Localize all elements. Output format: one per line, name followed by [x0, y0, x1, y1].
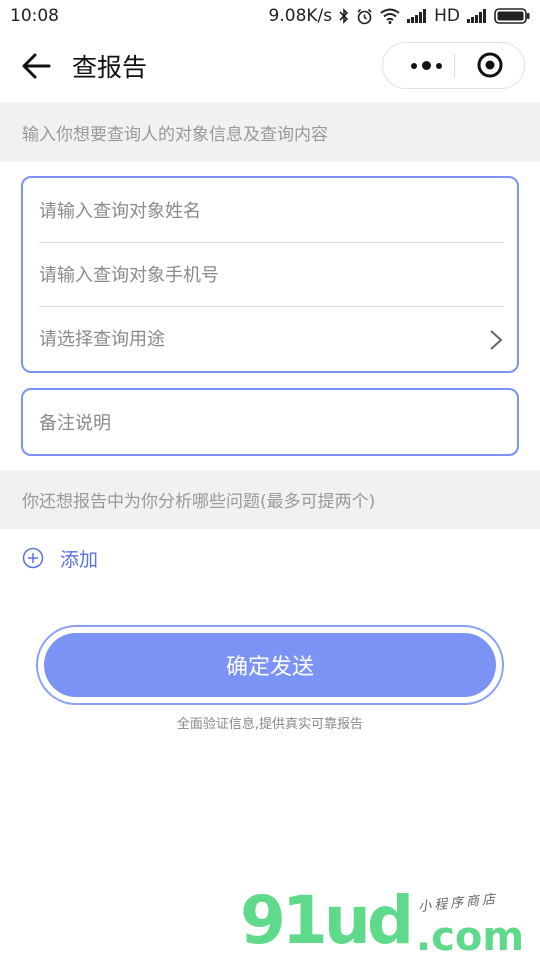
battery-icon: [494, 8, 530, 24]
add-question-button[interactable]: 添加: [22, 543, 98, 573]
nav-bar: 查报告: [0, 32, 540, 102]
name-placeholder: 请输入查询对象姓名: [39, 201, 201, 222]
plus-circle-icon: [22, 547, 44, 569]
back-arrow-icon[interactable]: [20, 50, 52, 82]
status-bar: 10:08 9.08K/s HD: [0, 0, 540, 32]
miniprogram-capsule: [382, 42, 525, 89]
status-time: 10:08: [10, 6, 59, 26]
watermark-com: .com: [416, 914, 525, 960]
remark-input[interactable]: 备注说明: [21, 388, 519, 456]
purpose-placeholder: 请选择查询用途: [39, 329, 165, 350]
watermark-main: 91ud: [240, 882, 414, 959]
purpose-select[interactable]: 请选择查询用途: [39, 306, 503, 370]
more-dots-icon[interactable]: [401, 43, 451, 88]
watermark-logo: 91ud 小程序商店 .com: [240, 880, 530, 960]
target-close-icon[interactable]: [476, 51, 504, 79]
signal-icon: [467, 9, 487, 23]
query-form-card: 请输入查询对象姓名 请输入查询对象手机号 请选择查询用途: [21, 176, 519, 373]
tagline: 全面验证信息,提供真实可靠报告: [176, 717, 364, 732]
phone-placeholder: 请输入查询对象手机号: [39, 265, 219, 286]
questions-banner: 你还想报告中为你分析哪些问题(最多可提两个): [0, 470, 540, 529]
chevron-right-icon: [489, 329, 503, 351]
signal-icon: [407, 9, 427, 23]
status-icons: 9.08K/s HD: [269, 6, 530, 26]
name-input[interactable]: 请输入查询对象姓名: [39, 178, 503, 243]
capsule-divider: [454, 54, 455, 78]
confirm-button-frame: 确定发送: [36, 625, 504, 705]
phone-input[interactable]: 请输入查询对象手机号: [39, 242, 503, 307]
watermark-sub: 小程序商店: [417, 891, 499, 916]
instruction-banner: 输入你想要查询人的对象信息及查询内容: [0, 102, 540, 162]
page-title: 查报告: [72, 53, 148, 82]
add-label: 添加: [60, 548, 99, 571]
wifi-icon: [380, 8, 400, 24]
net-speed: 9.08K/s: [268, 6, 333, 26]
alarm-icon: [356, 8, 373, 25]
remark-placeholder: 备注说明: [39, 413, 111, 434]
bluetooth-icon: [339, 8, 349, 24]
network-type: HD: [434, 6, 460, 26]
confirm-send-button[interactable]: 确定发送: [44, 633, 496, 697]
